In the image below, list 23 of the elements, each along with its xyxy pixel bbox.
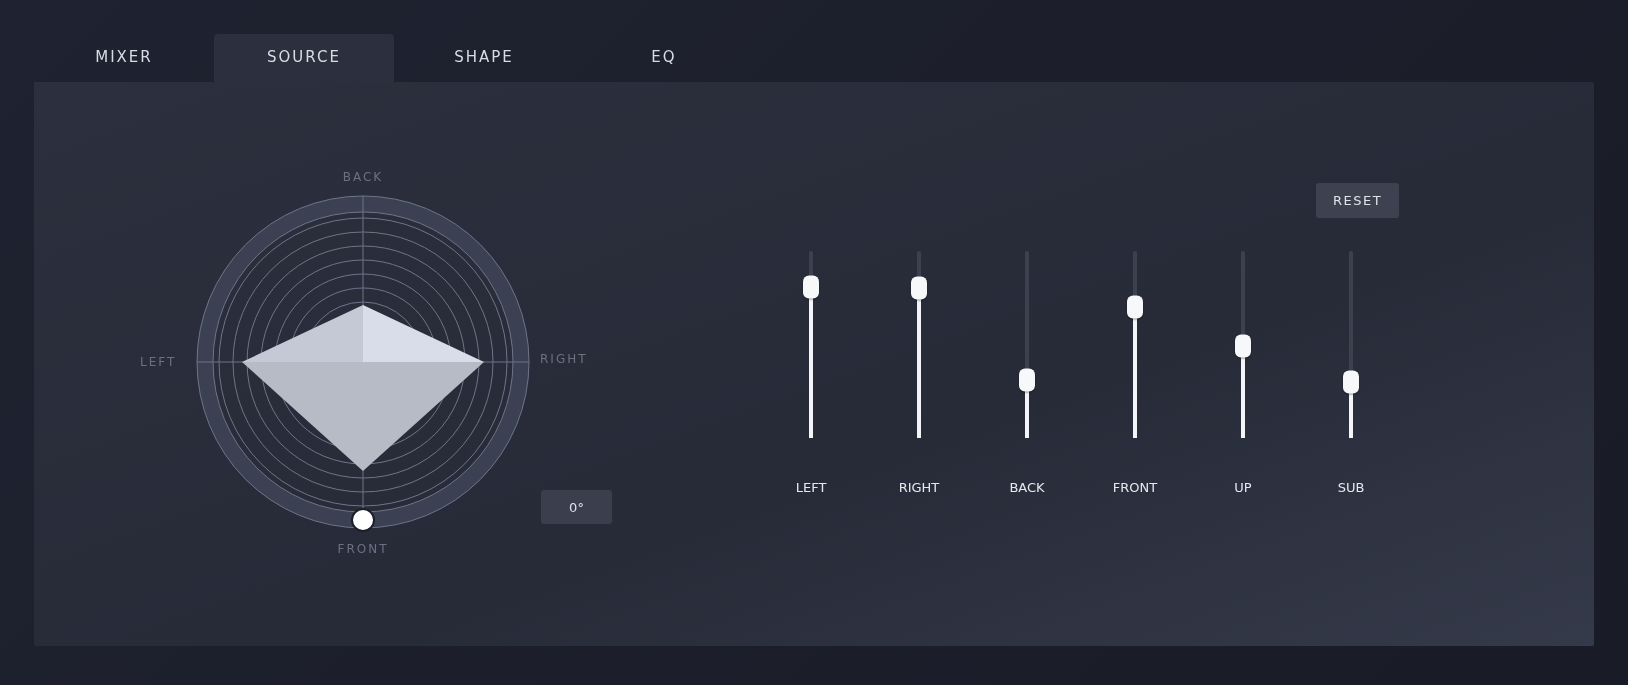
reset-button[interactable]: RESET <box>1316 183 1399 218</box>
slider-thumb[interactable] <box>1235 334 1251 358</box>
tab[interactable]: MIXER <box>34 34 214 82</box>
slider-label: BACK <box>1009 480 1045 495</box>
slider-label: LEFT <box>795 480 827 495</box>
slider-thumb[interactable] <box>1127 295 1143 319</box>
slider-label: FRONT <box>1112 480 1158 495</box>
radar-label: BACK <box>342 170 384 184</box>
radar-label: LEFT <box>140 355 178 369</box>
tab[interactable]: SOURCE <box>214 34 394 82</box>
position-handle[interactable] <box>351 508 375 532</box>
slider-thumb[interactable] <box>1343 370 1359 394</box>
tab[interactable]: EQ <box>574 34 754 82</box>
slider-label: UP <box>1234 480 1252 495</box>
radar-label: FRONT <box>337 542 389 556</box>
slider-thumb[interactable] <box>911 276 927 300</box>
angle-field[interactable]: 0° <box>541 490 612 524</box>
slider-thumb[interactable] <box>803 275 819 299</box>
tab[interactable]: SHAPE <box>394 34 574 82</box>
slider-label: RIGHT <box>898 480 940 495</box>
radar-label: RIGHT <box>540 352 588 366</box>
slider-thumb[interactable] <box>1019 368 1035 392</box>
slider-label: SUB <box>1337 480 1365 495</box>
